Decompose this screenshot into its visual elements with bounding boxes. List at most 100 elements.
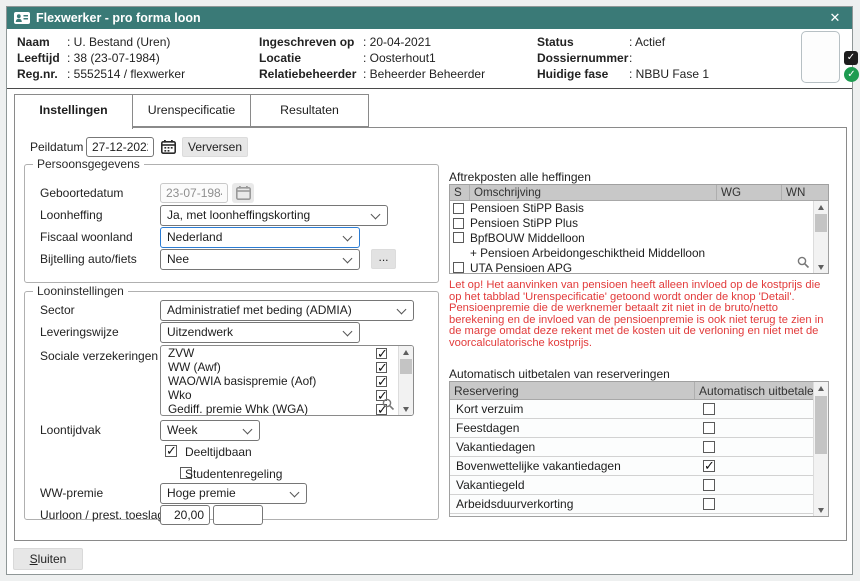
geboortedatum-label: Geboortedatum: [40, 183, 123, 203]
geboortedatum-calendar-icon: [232, 183, 254, 203]
scroll-down-icon[interactable]: [818, 265, 824, 270]
verversen-button[interactable]: Verversen: [182, 137, 248, 157]
close-icon[interactable]: ✕: [818, 7, 852, 29]
row-checkbox[interactable]: [453, 262, 464, 273]
ww-premie-select[interactable]: Hoge premie: [160, 483, 307, 504]
row-checkbox[interactable]: [453, 218, 464, 229]
row-label: Vakantiedagen: [450, 440, 535, 454]
table-row[interactable]: + Pensioen Arbeidongeschiktheid Middello…: [450, 245, 828, 260]
tab-instellingen[interactable]: Instellingen: [14, 94, 133, 129]
search-icon[interactable]: [797, 256, 810, 272]
row-checkbox[interactable]: [703, 403, 715, 415]
scroll-up-icon[interactable]: [818, 386, 824, 391]
row-label: Pensioen StiPP Plus: [464, 216, 578, 230]
list-item-label: WW (Awf): [168, 360, 221, 374]
row-checkbox[interactable]: [453, 232, 464, 243]
list-item-label: Wko: [168, 388, 192, 402]
chevron-down-icon: [243, 425, 253, 435]
scroll-thumb[interactable]: [815, 214, 827, 232]
col-reservering: Reservering: [450, 382, 695, 399]
scroll-up-icon[interactable]: [818, 205, 824, 210]
peildatum-input[interactable]: [86, 137, 154, 157]
chevron-down-icon: [343, 254, 353, 264]
table-row[interactable]: [450, 514, 828, 517]
table-row[interactable]: Vakantiegeld: [450, 476, 828, 495]
tab-urenspecificatie[interactable]: Urenspecificatie: [132, 94, 251, 127]
table-row[interactable]: Vakantiedagen: [450, 438, 828, 457]
search-icon[interactable]: [382, 398, 395, 414]
list-item[interactable]: Gediff. premie Whk (WGA): [161, 402, 413, 416]
table-row[interactable]: Pensioen StiPP Plus: [450, 216, 828, 231]
table-row[interactable]: Feestdagen: [450, 419, 828, 438]
header-checkbox[interactable]: ✓: [844, 51, 858, 65]
scroll-thumb[interactable]: [815, 396, 827, 454]
table-scrollbar[interactable]: [813, 382, 828, 516]
peildatum-calendar-icon[interactable]: [157, 137, 179, 157]
list-item[interactable]: ZVW: [161, 346, 413, 360]
bijtelling-more-button[interactable]: ...: [371, 249, 396, 269]
chevron-down-icon: [343, 232, 353, 242]
table-row[interactable]: Bovenwettelijke vakantiedagen: [450, 457, 828, 476]
list-item[interactable]: WW (Awf): [161, 360, 413, 374]
row-checkbox[interactable]: [703, 441, 715, 453]
list-scrollbar[interactable]: [398, 346, 413, 415]
fiscaal-woonland-select[interactable]: Nederland: [160, 227, 360, 248]
ww-premie-value: Hoge premie: [167, 486, 236, 500]
loonheffing-select[interactable]: Ja, met loonheffingskorting: [160, 205, 388, 226]
tab-resultaten[interactable]: Resultaten: [250, 94, 369, 127]
photo-placeholder[interactable]: [801, 31, 840, 83]
ingeschreven-value: 20-04-2021: [363, 34, 431, 50]
sector-value: Administratief met beding (ADMIA): [167, 303, 352, 317]
table-row[interactable]: BpfBOUW Middelloon: [450, 231, 828, 246]
status-label: Status: [537, 34, 629, 50]
row-checkbox[interactable]: [703, 422, 715, 434]
regnr-label: Reg.nr.: [17, 66, 67, 82]
dossiernummer-value: [629, 50, 636, 66]
tab-urenspecificatie-label: Urenspecificatie: [148, 103, 235, 117]
scroll-down-icon[interactable]: [818, 508, 824, 513]
leveringswijze-label: Leveringswijze: [40, 322, 119, 342]
list-item-checkbox[interactable]: [376, 362, 387, 373]
col-automatisch-uitbetalen: Automatisch uitbetalen: [695, 382, 828, 399]
header-column-2: Ingeschreven op20-04-2021 LocatieOosterh…: [259, 34, 485, 82]
scroll-up-icon[interactable]: [403, 350, 409, 355]
sociale-verzekeringen-list[interactable]: ZVW WW (Awf) WAO/WIA basispremie (Aof) W…: [160, 345, 414, 416]
list-item-checkbox[interactable]: [376, 376, 387, 387]
deeltijdbaan-label: Deeltijdbaan: [185, 442, 252, 462]
list-item[interactable]: WAO/WIA basispremie (Aof): [161, 374, 413, 388]
table-row[interactable]: Kort verzuim: [450, 400, 828, 419]
scroll-down-icon[interactable]: [403, 407, 409, 412]
list-item[interactable]: Wko: [161, 388, 413, 402]
naam-value: U. Bestand (Uren): [67, 34, 170, 50]
list-item-checkbox[interactable]: [376, 348, 387, 359]
prestatie-toeslag-input[interactable]: [213, 505, 263, 525]
row-checkbox[interactable]: [453, 203, 464, 214]
aftrekposten-table: S Omschrijving WG WN Pensioen StiPP Basi…: [449, 184, 829, 274]
table-row[interactable]: Pensioen StiPP Basis: [450, 201, 828, 216]
sector-select[interactable]: Administratief met beding (ADMIA): [160, 300, 414, 321]
loonheffing-label: Loonheffing: [40, 205, 103, 225]
loonheffing-value: Ja, met loonheffingskorting: [167, 208, 310, 222]
table-row[interactable]: Arbeidsduurverkorting: [450, 495, 828, 514]
leveringswijze-select[interactable]: Uitzendwerk: [160, 322, 360, 343]
scroll-thumb[interactable]: [400, 359, 412, 374]
sociale-verzekeringen-label: Sociale verzekeringen: [40, 346, 158, 366]
list-item-label: ZVW: [168, 346, 194, 360]
bijtelling-select[interactable]: Nee: [160, 249, 360, 270]
leveringswijze-value: Uitzendwerk: [167, 325, 233, 339]
row-label: Vakantiegeld: [450, 478, 525, 492]
sluiten-button[interactable]: Sluiten: [13, 548, 83, 570]
geboortedatum-input: [160, 183, 228, 203]
loontijdvak-select[interactable]: Week: [160, 420, 260, 441]
row-checkbox[interactable]: [703, 498, 715, 510]
verversen-label: Verversen: [188, 140, 242, 154]
table-row[interactable]: UTA Pensioen APG: [450, 260, 828, 274]
uurloon-input[interactable]: [160, 505, 210, 525]
deeltijdbaan-checkbox[interactable]: [165, 445, 177, 457]
chevron-down-icon: [343, 327, 353, 337]
row-checkbox[interactable]: [703, 479, 715, 491]
locatie-label: Locatie: [259, 50, 363, 66]
row-label: + Pensioen Arbeidongeschiktheid Middello…: [450, 246, 705, 260]
row-checkbox[interactable]: [703, 460, 715, 472]
table-scrollbar[interactable]: [813, 201, 828, 273]
